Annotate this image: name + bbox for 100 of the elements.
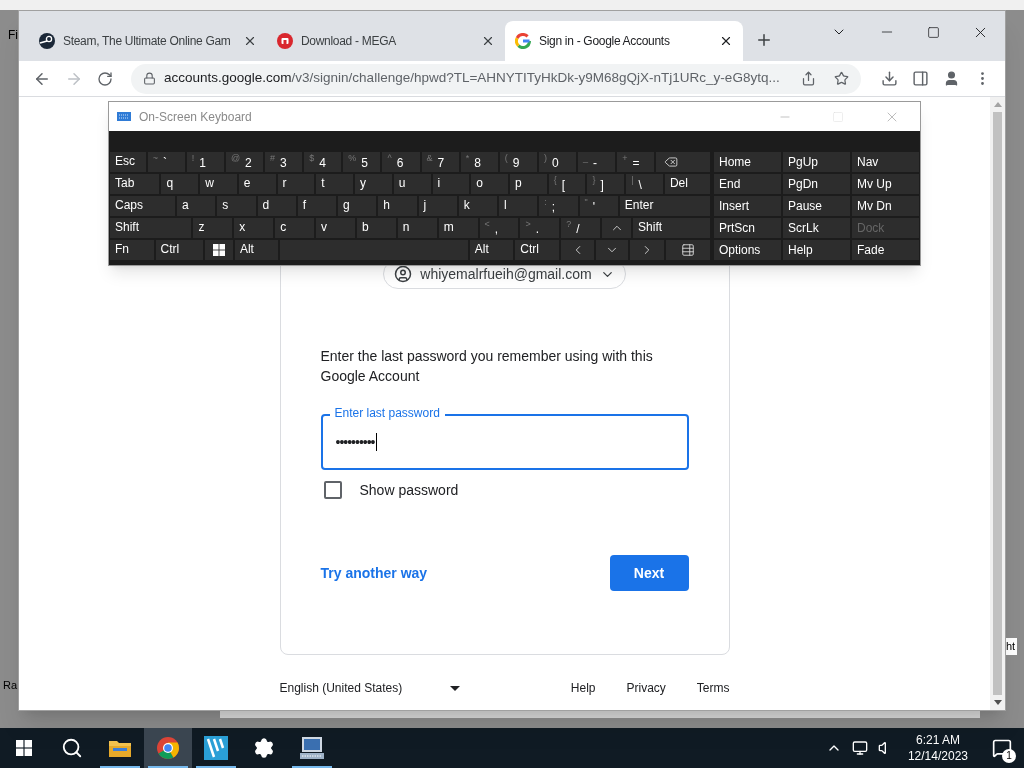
keyboard-key[interactable]: t (316, 174, 354, 194)
keyboard-key[interactable]: PgDn (783, 174, 850, 194)
keyboard-key[interactable]: u (393, 174, 431, 194)
keyboard-key[interactable]: End (714, 174, 781, 194)
keyboard-key[interactable]: @ 2 (225, 152, 264, 172)
keyboard-key[interactable]: Mv Up (852, 174, 919, 194)
keyboard-key[interactable]: Insert (714, 196, 781, 216)
keyboard-key[interactable]: c (275, 218, 315, 238)
profile-icon[interactable] (943, 70, 960, 87)
keyboard-key[interactable]: Shift (110, 218, 192, 238)
keyboard-key[interactable]: j (418, 196, 457, 216)
try-another-way-link[interactable]: Try another way (320, 562, 428, 584)
bookmark-star-icon[interactable] (834, 71, 849, 86)
keyboard-key[interactable]: : ; (539, 196, 578, 216)
keyboard-key[interactable]: o (471, 174, 508, 194)
keyboard-key[interactable]: m (438, 218, 478, 238)
keyboard-key[interactable]: Alt (469, 240, 514, 260)
reload-icon[interactable] (97, 70, 113, 87)
share-icon[interactable] (801, 71, 816, 86)
keyboard-key[interactable]: q (161, 174, 199, 194)
keyboard-key[interactable]: p (510, 174, 547, 194)
keyboard-key[interactable]: Shift (633, 218, 710, 238)
keyboard-key[interactable]: w (200, 174, 237, 194)
keyboard-key[interactable]: Alt (234, 240, 279, 260)
keyboard-key[interactable]: a (177, 196, 216, 216)
keyboard-key[interactable]: r (277, 174, 315, 194)
keyboard-key[interactable]: d (257, 196, 296, 216)
keyboard-key[interactable]: i (432, 174, 470, 194)
keyboard-key[interactable]: Options (714, 240, 781, 260)
new-tab-icon[interactable] (755, 31, 773, 49)
close-tab-icon[interactable] (481, 34, 495, 48)
keyboard-key[interactable]: < , (479, 218, 519, 238)
keyboard-key[interactable]: | \ (626, 174, 663, 194)
keyboard-key[interactable]: Del (664, 174, 711, 194)
keyboard-key[interactable]: PrtScn (714, 218, 781, 238)
side-panel-icon[interactable] (912, 70, 929, 87)
keyboard-key[interactable] (204, 240, 233, 260)
keyboard-key[interactable]: _ - (578, 152, 616, 172)
keyboard-key[interactable]: Caps (110, 196, 175, 216)
keyboard-key[interactable]: l (499, 196, 538, 216)
keyboard-key[interactable]: $ 4 (304, 152, 342, 172)
keyboard-key[interactable]: Enter (619, 196, 711, 216)
keyboard-key[interactable]: Nav (852, 152, 919, 172)
keyboard-key[interactable]: v (316, 218, 355, 238)
keyboard-key[interactable]: PgUp (783, 152, 850, 172)
browser-tab[interactable]: Download - MEGA (267, 21, 505, 61)
keyboard-key[interactable]: Pause (783, 196, 850, 216)
keyboard-key[interactable]: y (355, 174, 392, 194)
close-tab-icon[interactable] (719, 34, 733, 48)
keyboard-key[interactable]: Esc (110, 152, 146, 172)
keyboard-key[interactable]: & 7 (421, 152, 459, 172)
keyboard-key[interactable]: Fn (110, 240, 154, 260)
keyboard-key[interactable]: { [ (548, 174, 586, 194)
keyboard-key[interactable]: " ' (579, 196, 618, 216)
browser-tab[interactable]: Sign in - Google Accounts (505, 21, 743, 61)
keyboard-key[interactable]: > . (520, 218, 560, 238)
keyboard-key[interactable]: h (378, 196, 417, 216)
language-selector[interactable]: English (United States) (279, 679, 460, 697)
keyboard-key[interactable]: ( 9 (499, 152, 537, 172)
scrollbar[interactable] (990, 97, 1005, 710)
clock[interactable]: 6:21 AM 12/14/2023 (903, 732, 972, 764)
keyboard-key[interactable]: n (397, 218, 437, 238)
keyboard-key[interactable]: } ] (587, 174, 625, 194)
keyboard-key[interactable]: f (297, 196, 336, 216)
keyboard-key[interactable]: ? / (561, 218, 601, 238)
next-button[interactable]: Next (609, 555, 689, 591)
keyboard-key[interactable] (665, 240, 710, 260)
keyboard-key[interactable]: Help (783, 240, 850, 260)
keyboard-key[interactable]: ^ 6 (382, 152, 420, 172)
network-icon[interactable] (851, 740, 868, 756)
keyboard-key[interactable]: ScrLk (783, 218, 850, 238)
keyboard-key[interactable]: x (234, 218, 274, 238)
close-tab-icon[interactable] (243, 34, 257, 48)
maximize-icon[interactable] (927, 25, 940, 39)
keyboard-key[interactable]: ~ ` (147, 152, 185, 172)
keyboard-key[interactable]: e (238, 174, 276, 194)
keyboard-key[interactable]: * 8 (460, 152, 498, 172)
footer-link[interactable]: Terms (696, 679, 730, 697)
keyboard-key[interactable]: g (338, 196, 377, 216)
keyboard-key[interactable]: b (356, 218, 396, 238)
keyboard-key[interactable]: # 3 (265, 152, 303, 172)
footer-link[interactable]: Privacy (626, 679, 666, 697)
keyboard-key[interactable]: Tab (110, 174, 160, 194)
keyboard-key[interactable]: k (458, 196, 497, 216)
keyboard-key[interactable]: ! 1 (186, 152, 224, 172)
keyboard-key[interactable]: Fade (852, 240, 919, 260)
keyboard-key[interactable]: ) 0 (538, 152, 577, 172)
keyboard-key[interactable]: s (217, 196, 256, 216)
keyboard-key[interactable]: Ctrl (155, 240, 203, 260)
keyboard-key[interactable]: % 5 (343, 152, 381, 172)
keyboard-key[interactable]: Mv Dn (852, 196, 919, 216)
scroll-down-icon[interactable] (993, 700, 1002, 705)
keyboard-key[interactable]: + = (617, 152, 655, 172)
keyboard-key[interactable]: Home (714, 152, 781, 172)
address-bar[interactable]: accounts.google.com/v3/signin/challenge/hpwd?TL=AHNYTITyHkDk-y9M68gQjX-nTj1URc_y-eG8ytq... (131, 63, 861, 94)
checkbox[interactable] (323, 481, 342, 499)
browser-tab[interactable]: Steam, The Ultimate Online Gam (29, 21, 267, 61)
notification-button[interactable]: 1 (982, 728, 1022, 768)
keyboard-key[interactable]: z (193, 218, 233, 238)
download-icon[interactable] (881, 70, 898, 87)
